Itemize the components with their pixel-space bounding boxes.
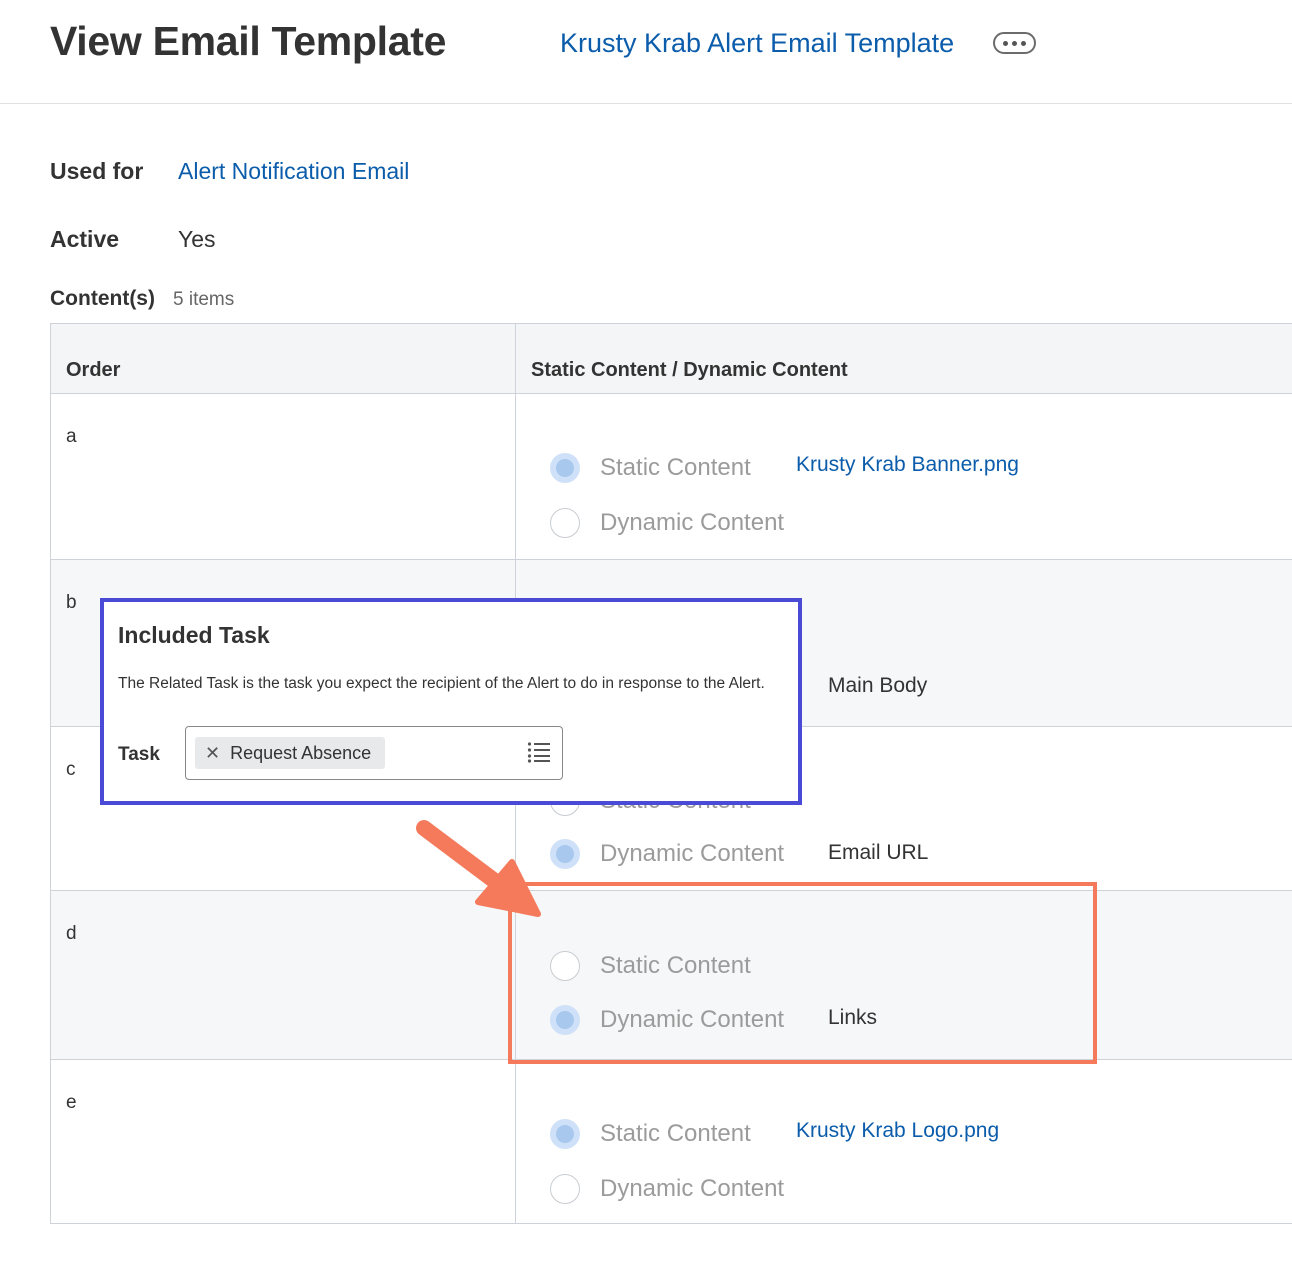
close-icon[interactable]: ✕ [205,743,220,764]
column-header-content[interactable]: Static Content / Dynamic Content [531,359,848,382]
dynamic-content-option[interactable]: Dynamic Content [550,1174,784,1204]
dynamic-content-option[interactable]: Dynamic Content [550,508,784,538]
radio-button[interactable] [550,1119,580,1149]
used-for-link[interactable]: Alert Notification Email [178,158,409,185]
static-content-option[interactable]: Static Content [550,1119,751,1149]
order-cell: a [66,426,77,447]
contents-count: 5 items [173,289,235,310]
content-value: Email URL [828,841,929,864]
popup-description: The Related Task is the task you expect … [118,675,765,692]
list-icon[interactable] [527,741,551,763]
contents-label: Content(s) [50,287,155,310]
order-cell: e [66,1092,77,1113]
used-for-label: Used for [50,158,144,184]
grid-header: Order Static Content / Dynamic Content [51,324,1292,394]
order-cell: c [66,759,76,780]
radio-button[interactable] [550,1174,580,1204]
order-cell: d [66,923,77,944]
active-value: Yes [178,226,216,252]
ellipsis-icon [1003,40,1008,46]
selected-task-label: Request Absence [230,742,372,763]
radio-button[interactable] [550,508,580,538]
highlight-box [508,882,1097,1064]
selected-task-pill[interactable]: ✕ Request Absence [195,737,386,769]
related-actions-button[interactable] [993,32,1036,54]
radio-button[interactable] [550,453,580,483]
table-row: a Static Content Dynamic Content Krusty … [51,394,1292,560]
task-label: Task [118,744,160,765]
content-file-link[interactable]: Krusty Krab Logo.png [796,1119,999,1143]
task-prompt-input[interactable]: ✕ Request Absence [185,726,563,780]
static-content-option[interactable]: Static Content [550,453,751,483]
popup-title: Included Task [118,622,270,648]
included-task-popup: Included Task The Related Task is the ta… [100,598,802,805]
template-name-link[interactable]: Krusty Krab Alert Email Template [560,28,954,59]
page-title: View Email Template [50,18,447,64]
order-cell: b [66,592,77,613]
arrow-annotation [416,820,541,917]
dynamic-content-option[interactable]: Dynamic Content [550,839,784,869]
column-header-order[interactable]: Order [66,359,120,382]
table-row: e Static Content Dynamic Content Krusty … [51,1060,1292,1225]
header-divider [0,103,1292,104]
content-file-link[interactable]: Krusty Krab Banner.png [796,453,1019,477]
content-value: Main Body [828,674,928,697]
active-label: Active [50,226,120,252]
